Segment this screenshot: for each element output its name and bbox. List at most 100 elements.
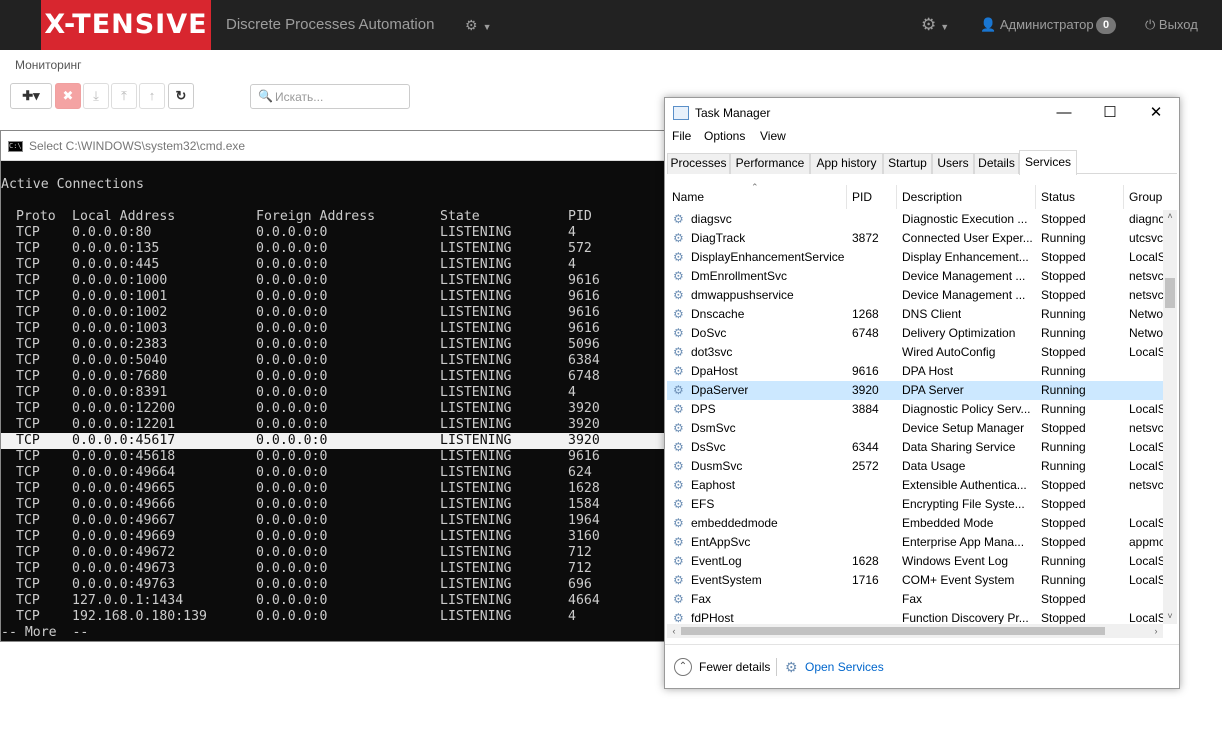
menu-view[interactable]: View <box>760 129 786 143</box>
service-cell-description: DNS Client <box>902 307 962 321</box>
service-row[interactable]: ⚙ fdPHost Function Discovery Pr... Stopped L… <box>667 609 1163 624</box>
cmd-window[interactable]: C:\ Select C:\WINDOWS\system32\cmd.exe A… <box>0 130 701 642</box>
header-description[interactable]: Description <box>897 185 1036 209</box>
settings-dropdown[interactable]: ⚙ ▼ <box>921 0 949 52</box>
network-dropdown[interactable]: ⚙​ ▼ <box>465 0 491 52</box>
service-row[interactable]: ⚙ DpaHost 9616 DPA Host Running <box>667 362 1163 381</box>
close-button[interactable]: ✕ <box>1133 98 1179 128</box>
service-row[interactable]: ⚙ diagsvc Diagnostic Execution ... Stopped d… <box>667 210 1163 229</box>
menu-file[interactable]: File <box>672 129 691 143</box>
service-row[interactable]: ⚙ DisplayEnhancementService Display Enhanc… <box>667 248 1163 267</box>
task-manager-window[interactable]: Task Manager — ☐ ✕ File Options View Pro… <box>664 97 1180 689</box>
service-gear-icon: ⚙ <box>673 421 684 435</box>
service-row[interactable]: ⚙ embeddedmode Embedded Mode Stopped LocalS <box>667 514 1163 533</box>
tm-tabs: Processes Performance App history Startu… <box>667 150 1177 175</box>
app-title[interactable]: Discrete Processes Automation <box>226 0 434 50</box>
console-cell-local-address: 0.0.0.0:8391 <box>72 385 168 400</box>
service-cell-name: DoSvc <box>691 326 727 340</box>
refresh-icon: ↻ <box>175 88 187 103</box>
tm-titlebar[interactable]: Task Manager — ☐ ✕ <box>665 98 1179 128</box>
notification-badge[interactable]: 0 <box>1096 17 1116 34</box>
service-row[interactable]: ⚙ DpaServer 3920 DPA Server Running <box>667 381 1163 400</box>
header-status[interactable]: Status <box>1036 185 1124 209</box>
service-row[interactable]: ⚙ dot3svc Wired AutoConfig Stopped LocalS <box>667 343 1163 362</box>
console-cell-proto: TCP <box>16 529 40 544</box>
scroll-left-icon[interactable]: ‹ <box>667 625 681 637</box>
service-row[interactable]: ⚙ EventLog 1628 Windows Event Log Running Loc… <box>667 552 1163 571</box>
service-cell-name: dot3svc <box>691 345 733 359</box>
tab-app-history[interactable]: App history <box>810 153 883 174</box>
user-menu[interactable]: 👤 Администратор <box>980 0 1094 50</box>
upload-button[interactable]: ⤒ <box>111 83 137 109</box>
header-pid[interactable]: PID <box>847 185 897 209</box>
menu-options[interactable]: Options <box>704 129 745 143</box>
tab-startup[interactable]: Startup <box>883 153 932 174</box>
service-row[interactable]: ⚙ EventSystem 1716 COM+ Event System Running… <box>667 571 1163 590</box>
console-cell-state: LISTENING <box>440 465 512 480</box>
console-cell-foreign-address: 0.0.0.0:0 <box>256 225 328 240</box>
scroll-down-icon[interactable]: ˅ <box>1163 610 1177 622</box>
service-row[interactable]: ⚙ DsSvc 6344 Data Sharing Service Running Loc… <box>667 438 1163 457</box>
service-cell-name: embeddedmode <box>691 516 778 530</box>
maximize-button[interactable]: ☐ <box>1087 98 1133 128</box>
console-cell-pid: 9616 <box>568 449 600 464</box>
console-cell-local-address: 127.0.0.1:1434 <box>72 593 184 608</box>
tab-services[interactable]: Services <box>1019 150 1077 175</box>
header-group[interactable]: Group <box>1124 185 1163 209</box>
horizontal-scroll-thumb[interactable] <box>681 627 1105 635</box>
console-cell-state: LISTENING <box>440 577 512 592</box>
console-cell-local-address: 0.0.0.0:49763 <box>72 577 176 592</box>
console-row: TCP 0.0.0.0:45618 0.0.0.0:0 LISTENING 9616 <box>1 449 701 465</box>
service-row[interactable]: ⚙ DusmSvc 2572 Data Usage Running LocalS <box>667 457 1163 476</box>
service-cell-status: Stopped <box>1041 611 1086 624</box>
service-cell-group: LocalS <box>1129 250 1163 264</box>
service-row[interactable]: ⚙ DsmSvc Device Setup Manager Stopped netsvc <box>667 419 1163 438</box>
service-cell-name: DpaServer <box>691 383 749 397</box>
service-gear-icon: ⚙ <box>673 250 684 264</box>
search-input[interactable] <box>275 88 405 106</box>
console-cell-state: LISTENING <box>440 433 512 448</box>
refresh-button[interactable]: ↻ <box>168 83 194 109</box>
collapse-icon[interactable]: ⌃ <box>674 658 692 676</box>
service-row[interactable]: ⚙ Dnscache 1268 DNS Client Running Netwo <box>667 305 1163 324</box>
minimize-button[interactable]: — <box>1041 98 1087 128</box>
add-button[interactable]: ✚▾ <box>10 83 52 109</box>
console-output[interactable]: Active Connections Proto Local Address F… <box>1 161 701 641</box>
vertical-scroll-thumb[interactable] <box>1165 278 1175 308</box>
delete-button[interactable]: ✖ <box>55 83 81 109</box>
scroll-up-icon[interactable]: ˄ <box>1163 210 1177 222</box>
services-list[interactable]: ⚙ diagsvc Diagnostic Execution ... Stopped d… <box>667 210 1163 624</box>
console-cell-state: LISTENING <box>440 289 512 304</box>
scroll-right-icon[interactable]: › <box>1149 625 1163 637</box>
service-cell-description: Embedded Mode <box>902 516 994 530</box>
service-row[interactable]: ⚙ Fax Fax Stopped <box>667 590 1163 609</box>
service-row[interactable]: ⚙ Eaphost Extensible Authentica... Stopped n… <box>667 476 1163 495</box>
service-row[interactable]: ⚙ DmEnrollmentSvc Device Management ... Sto… <box>667 267 1163 286</box>
service-cell-pid: 3872 <box>852 231 879 245</box>
tab-performance[interactable]: Performance <box>730 153 810 174</box>
fewer-details-link[interactable]: Fewer details <box>699 645 770 689</box>
tab-processes[interactable]: Processes <box>667 153 730 174</box>
download-button[interactable]: ⤓ <box>83 83 109 109</box>
header-name[interactable]: Name <box>667 185 847 209</box>
service-cell-status: Running <box>1041 231 1086 245</box>
vertical-scrollbar[interactable]: ˄ ˅ <box>1163 210 1177 624</box>
logout-link[interactable]: ⏻ Выход <box>1145 0 1198 50</box>
console-column-headers: Proto Local Address Foreign Address Stat… <box>1 209 701 225</box>
brand-logo[interactable]: X-TENSIVE <box>41 0 211 50</box>
service-row[interactable]: ⚙ DPS 3884 Diagnostic Policy Serv... Running… <box>667 400 1163 419</box>
service-row[interactable]: ⚙ EFS Encrypting File Syste... Stopped <box>667 495 1163 514</box>
service-row[interactable]: ⚙ DoSvc 6748 Delivery Optimization Running Ne… <box>667 324 1163 343</box>
search-field[interactable]: 🔍 <box>250 84 410 109</box>
open-services-link[interactable]: Open Services <box>805 645 884 689</box>
cmd-titlebar[interactable]: C:\ Select C:\WINDOWS\system32\cmd.exe <box>1 131 701 161</box>
tab-users[interactable]: Users <box>932 153 974 174</box>
export-button[interactable]: ↑ <box>139 83 165 109</box>
service-row[interactable]: ⚙ DiagTrack 3872 Connected User Exper... Run… <box>667 229 1163 248</box>
service-row[interactable]: ⚙ EntAppSvc Enterprise App Mana... Stopped a… <box>667 533 1163 552</box>
tab-details[interactable]: Details <box>974 153 1019 174</box>
console-cell-pid: 4 <box>568 609 576 624</box>
service-cell-description: Diagnostic Policy Serv... <box>902 402 1031 416</box>
service-row[interactable]: ⚙ dmwappushservice Device Management ... St… <box>667 286 1163 305</box>
horizontal-scrollbar[interactable]: ‹ › <box>667 624 1163 638</box>
